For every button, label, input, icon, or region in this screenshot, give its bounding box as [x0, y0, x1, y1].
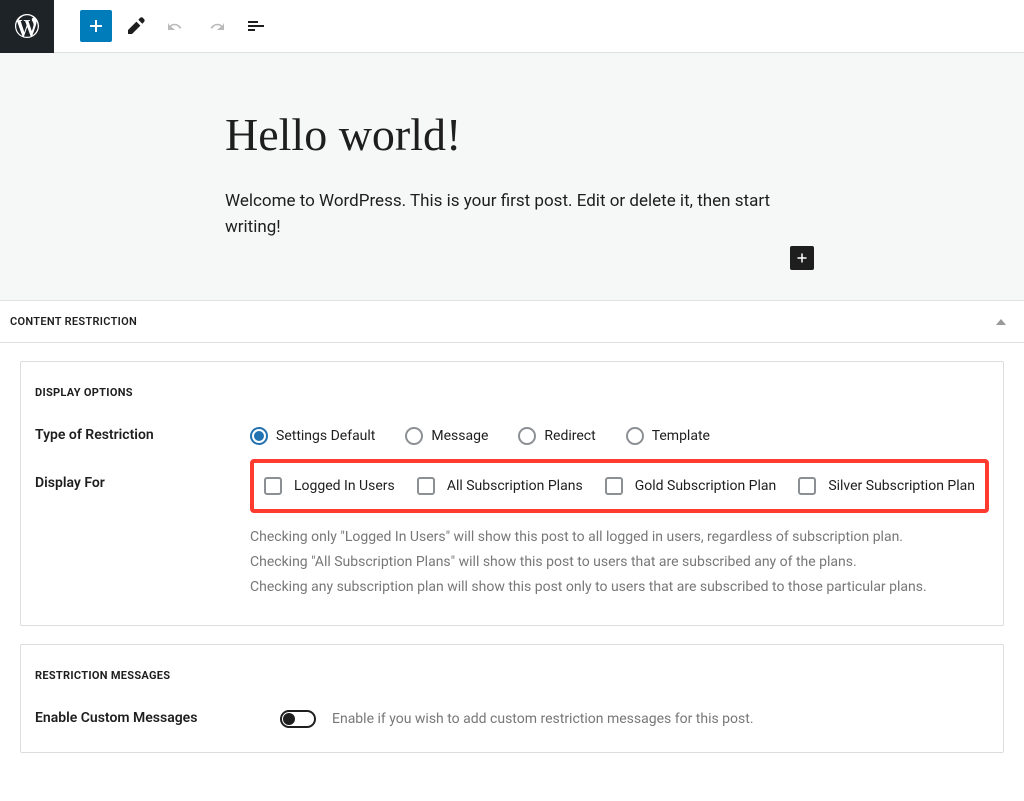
type-options: Settings Default Message Redirect Templa… [250, 427, 710, 445]
display-for-label: Display For [35, 459, 250, 491]
radio-redirect[interactable]: Redirect [518, 427, 595, 445]
radio-icon [626, 427, 644, 445]
enable-custom-messages-toggle[interactable] [280, 710, 316, 728]
radio-icon [405, 427, 423, 445]
radio-icon [250, 427, 268, 445]
outline-button[interactable] [240, 10, 272, 42]
checkbox-gold-plan[interactable]: Gold Subscription Plan [605, 477, 777, 495]
radio-message[interactable]: Message [405, 427, 488, 445]
post-title[interactable]: Hello world! [225, 108, 805, 161]
block-inserter-button[interactable] [790, 246, 814, 270]
type-of-restriction-row: Type of Restriction Settings Default Mes… [35, 427, 989, 445]
checkbox-logged-in-users[interactable]: Logged In Users [264, 477, 395, 495]
type-label: Type of Restriction [35, 427, 250, 445]
undo-button[interactable] [160, 10, 192, 42]
wordpress-logo[interactable] [0, 0, 54, 53]
display-for-highlight: Logged In Users All Subscription Plans G… [250, 459, 989, 513]
radio-settings-default[interactable]: Settings Default [250, 427, 375, 445]
editor-toolbar [0, 0, 1024, 53]
content-restriction-header[interactable]: CONTENT RESTRICTION [0, 300, 1024, 343]
radio-template[interactable]: Template [626, 427, 710, 445]
collapse-icon [996, 319, 1006, 325]
checkbox-all-plans[interactable]: All Subscription Plans [417, 477, 583, 495]
restriction-messages-panel: RESTRICTION MESSAGES Enable Custom Messa… [20, 644, 1004, 753]
section-title: DISPLAY OPTIONS [35, 386, 989, 399]
checkbox-icon [798, 477, 816, 495]
checkbox-icon [417, 477, 435, 495]
enable-hint: Enable if you wish to add custom restric… [332, 711, 754, 727]
editor-canvas: Hello world! Welcome to WordPress. This … [0, 53, 1024, 300]
add-block-button[interactable] [80, 10, 112, 42]
section-title: RESTRICTION MESSAGES [35, 669, 989, 682]
post-body[interactable]: Welcome to WordPress. This is your first… [225, 189, 805, 240]
redo-button[interactable] [200, 10, 232, 42]
enable-custom-messages-row: Enable Custom Messages Enable if you wis… [35, 710, 989, 728]
checkbox-silver-plan[interactable]: Silver Subscription Plan [798, 477, 975, 495]
display-options-panel: DISPLAY OPTIONS Type of Restriction Sett… [20, 361, 1004, 626]
display-for-row: Display For Logged In Users All Subscrip… [35, 459, 989, 525]
edit-mode-button[interactable] [120, 10, 152, 42]
enable-label: Enable Custom Messages [35, 710, 280, 728]
radio-icon [518, 427, 536, 445]
panel-title: CONTENT RESTRICTION [10, 315, 137, 328]
display-for-help: Checking only "Logged In Users" will sho… [250, 525, 989, 601]
checkbox-icon [605, 477, 623, 495]
checkbox-icon [264, 477, 282, 495]
